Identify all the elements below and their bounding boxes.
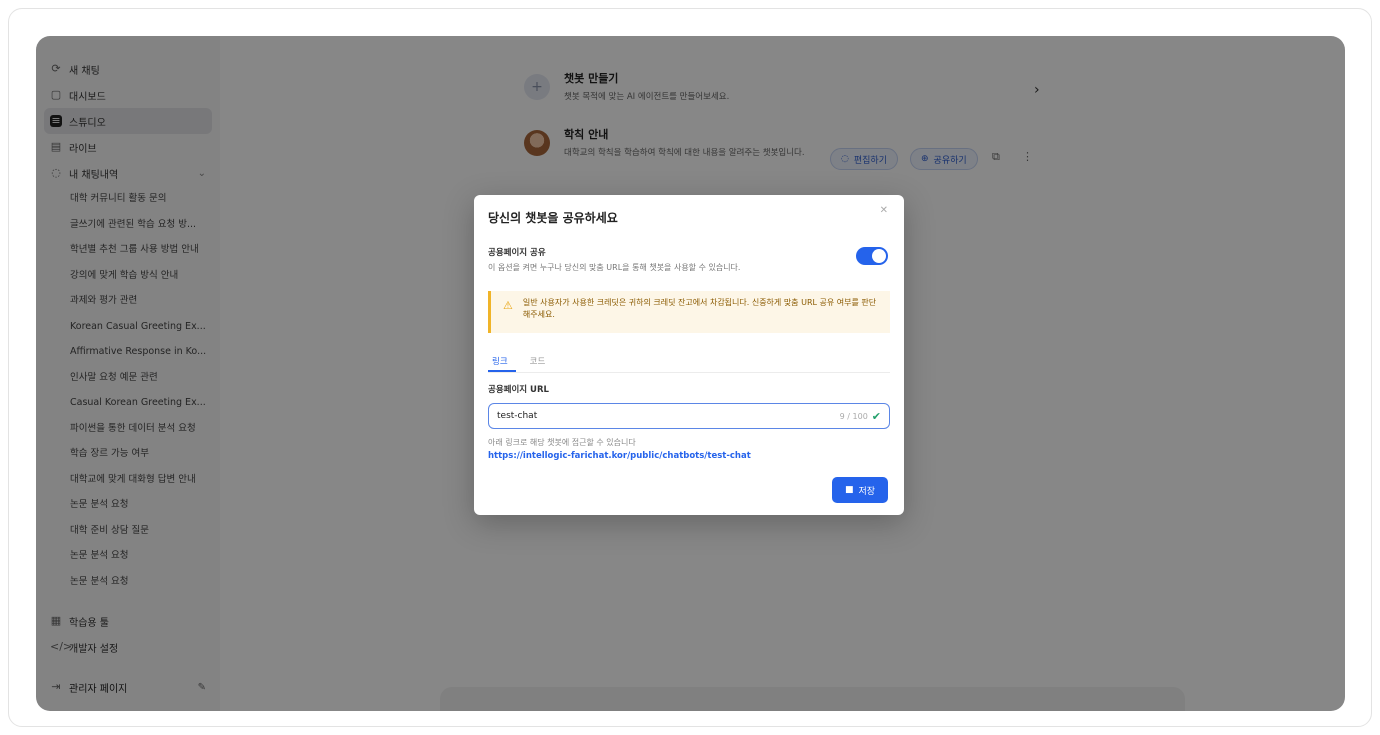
public-share-label: 공용페이지 공유 [488, 248, 546, 258]
link-help-text: 아래 링크로 해당 챗봇에 접근할 수 있습니다 [488, 438, 636, 447]
check-icon: ✔ [871, 409, 881, 423]
warning-icon: ⚠ [503, 299, 513, 312]
public-share-toggle[interactable] [856, 247, 888, 265]
warning-text: 일반 사용자가 사용한 크레딧은 귀하의 크레딧 잔고에서 차감됩니다. 신중하… [522, 298, 877, 319]
credit-warning: ⚠ 일반 사용자가 사용한 크레딧은 귀하의 크레딧 잔고에서 차감됩니다. 신… [488, 291, 890, 333]
tab-link[interactable]: 링크 [488, 347, 516, 372]
url-input-value: test-chat [497, 411, 538, 421]
save-icon: ■ [844, 485, 854, 495]
share-tabs: 링크 코드 [488, 347, 890, 373]
share-dialog: 당신의 챗봇을 공유하세요 ✕ 공용페이지 공유 이 옵션을 켜면 누구나 당신… [474, 195, 904, 515]
character-count: 9 / 100 [839, 411, 868, 421]
dialog-title: 당신의 챗봇을 공유하세요 [488, 211, 618, 225]
tab-code[interactable]: 코드 [526, 347, 554, 372]
toggle-knob [872, 249, 886, 263]
url-label: 공용페이지 URL [488, 385, 549, 395]
app: ⟳ 새 채팅 ▢ 대시보드 ≡ 스튜디오 ▤ 라이브 ◌ 내 채팅내역 ⌄ 대학… [36, 36, 1345, 711]
public-share-description: 이 옵션을 켜면 누구나 당신의 맞춤 URL을 통해 챗봇을 사용할 수 있습… [488, 263, 741, 272]
close-icon[interactable]: ✕ [880, 205, 888, 216]
save-button[interactable]: ■ 저장 [832, 477, 888, 503]
custom-url-input[interactable]: test-chat 9 / 100 ✔ [488, 403, 890, 429]
public-link[interactable]: https://intellogic-farichat.kor/public/c… [488, 451, 890, 461]
